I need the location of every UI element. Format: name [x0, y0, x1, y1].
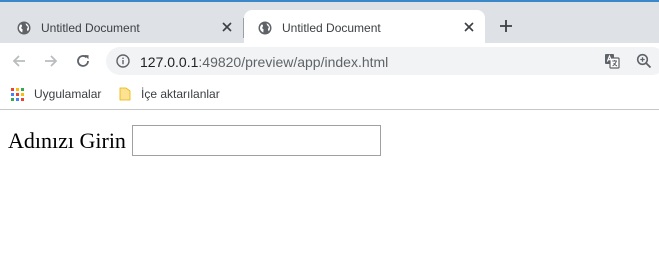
url-host: 127.0.0.1: [140, 54, 199, 70]
bookmark-apps[interactable]: Uygulamalar: [11, 86, 101, 102]
folder-icon: [119, 87, 131, 101]
bookmark-label: Uygulamalar: [34, 87, 102, 101]
bookmark-imported[interactable]: İçe aktarılanlar: [119, 86, 220, 102]
plus-icon[interactable]: [497, 17, 515, 35]
tab-title: Untitled Document: [282, 20, 381, 35]
bookmarks-bar: Uygulamalar İçe aktarılanlar: [0, 79, 659, 110]
close-icon[interactable]: [219, 19, 235, 35]
url-path: :49820/preview/app/index.html: [198, 54, 389, 70]
close-icon[interactable]: [461, 19, 477, 35]
tab-inactive[interactable]: Untitled Document: [0, 10, 243, 45]
url-text: 127.0.0.1:49820/preview/app/index.html: [140, 54, 388, 70]
toolbar: 127.0.0.1:49820/preview/app/index.html: [0, 43, 659, 79]
translate-icon[interactable]: [604, 53, 620, 69]
name-form: Adınızı Girin: [8, 125, 381, 156]
apps-grid-icon: [11, 87, 24, 101]
name-input[interactable]: [131, 125, 381, 156]
tab-title: Untitled Document: [41, 20, 140, 35]
forward-arrow-icon[interactable]: [41, 51, 61, 71]
back-arrow-icon[interactable]: [9, 51, 29, 71]
info-icon[interactable]: [116, 54, 130, 68]
zoom-icon[interactable]: [636, 53, 652, 69]
tab-strip: Untitled Document Untitled Document: [0, 0, 659, 45]
globe-icon: [258, 21, 272, 35]
globe-icon: [17, 21, 31, 35]
bookmark-label: İçe aktarılanlar: [141, 87, 220, 101]
name-label: Adınızı Girin: [8, 127, 126, 153]
address-bar[interactable]: 127.0.0.1:49820/preview/app/index.html: [106, 47, 659, 75]
page-content: Adınızı Girin: [0, 111, 659, 272]
reload-icon[interactable]: [73, 51, 93, 71]
tab-active[interactable]: Untitled Document: [244, 10, 485, 45]
